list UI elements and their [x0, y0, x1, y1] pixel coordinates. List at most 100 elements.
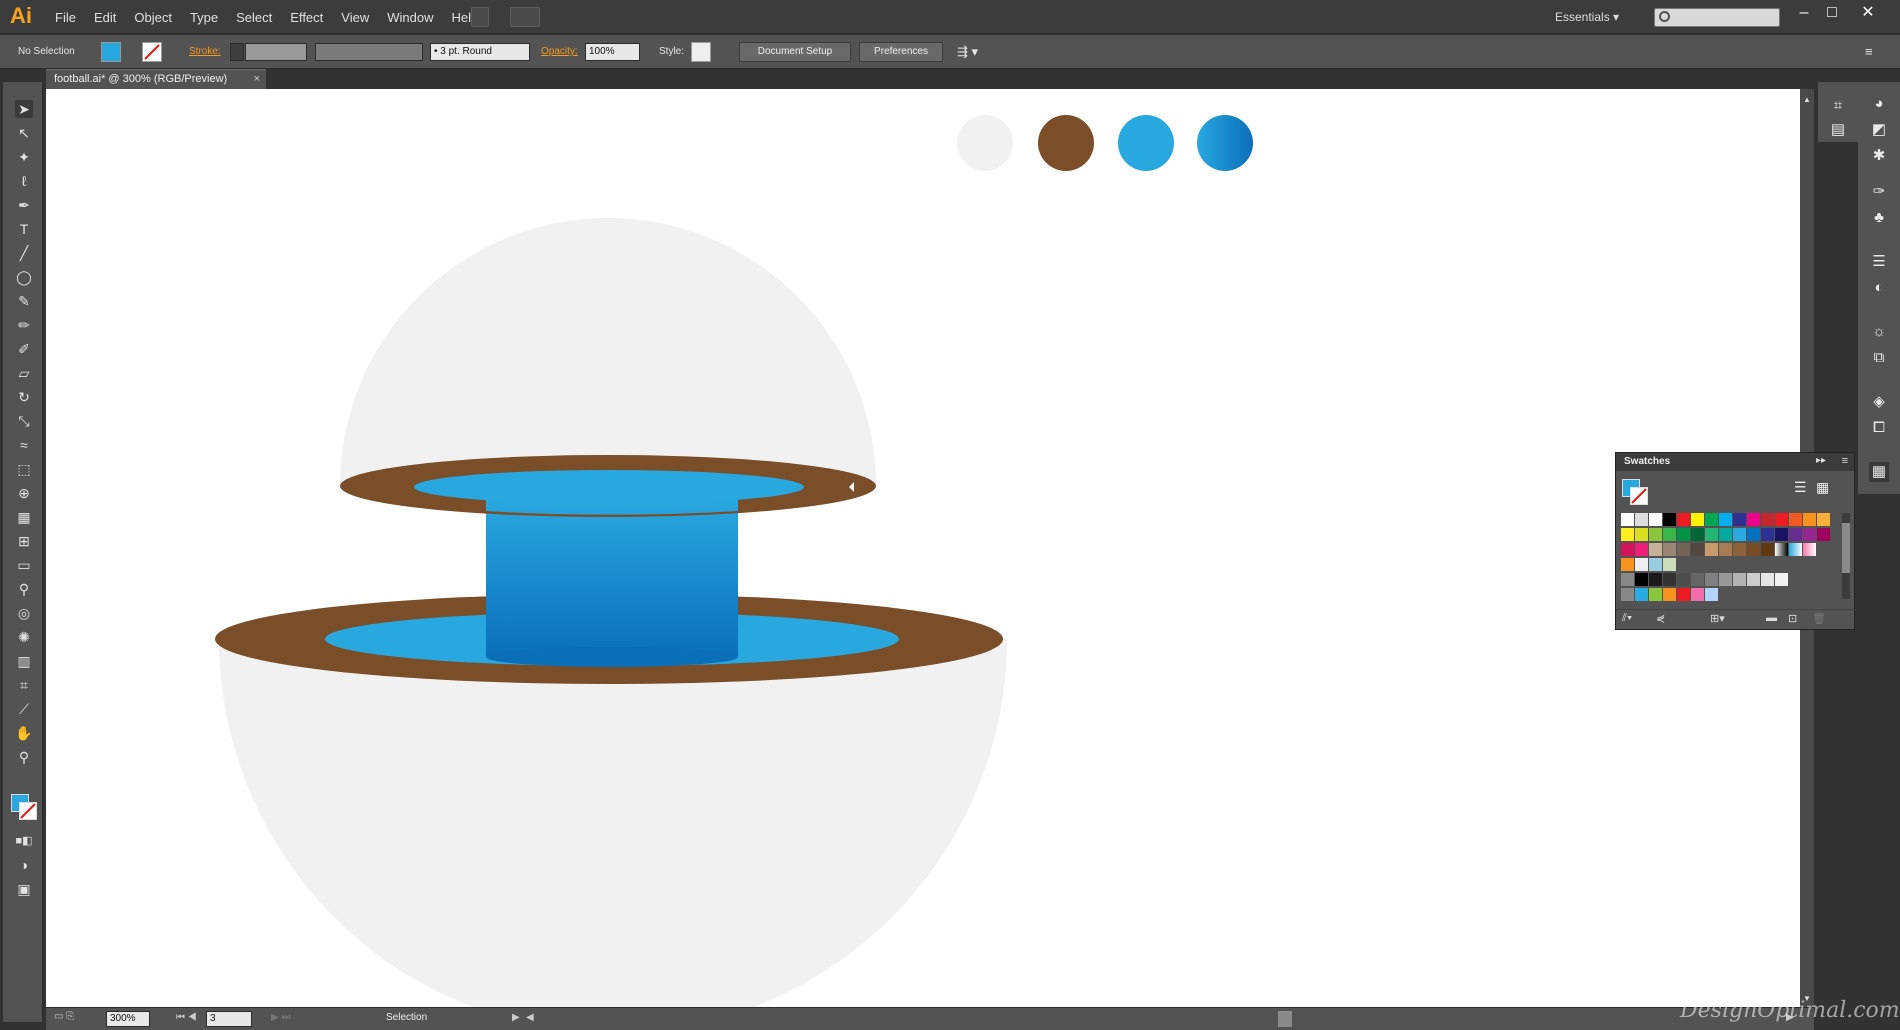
pencil-icon[interactable]: ✏	[15, 316, 33, 334]
menu-view[interactable]: View	[332, 10, 378, 25]
swatch-folder-bright[interactable]	[1621, 588, 1634, 601]
swatch-gray-100[interactable]	[1635, 573, 1648, 586]
swatch-gradient-bw[interactable]	[1775, 543, 1788, 556]
swatch-gray-20[interactable]	[1747, 573, 1760, 586]
layers-icon[interactable]: ◈	[1869, 392, 1889, 412]
swatch-bright-blue[interactable]	[1635, 588, 1648, 601]
document-tab[interactable]: football.ai* @ 300% (RGB/Preview) ×	[46, 69, 266, 89]
transform-icon[interactable]: ⧠	[1869, 418, 1889, 438]
search-input[interactable]	[1654, 8, 1780, 27]
swatch-folder-gray[interactable]	[1621, 573, 1634, 586]
upper-blue-disc[interactable]	[414, 470, 804, 504]
swatch-dark-green[interactable]	[1677, 528, 1690, 541]
perspective-icon[interactable]: ▦	[15, 508, 33, 526]
new-color-group-icon[interactable]: ▬	[1766, 612, 1777, 624]
swatch-pattern-3[interactable]	[1649, 558, 1662, 571]
selection-icon[interactable]: ➤	[15, 100, 33, 118]
direct-selection-icon[interactable]: ↖	[15, 124, 33, 142]
swatch-pattern-1[interactable]	[1621, 558, 1634, 571]
swatches-panel-icon[interactable]: ▦	[1869, 462, 1889, 482]
swatch-rose[interactable]	[1621, 543, 1634, 556]
swatch-gray-40[interactable]	[1719, 573, 1732, 586]
swatch-pattern-4[interactable]	[1663, 558, 1676, 571]
swatch-orange-red[interactable]	[1789, 513, 1802, 526]
artboard-icon[interactable]: ⌗	[15, 676, 33, 694]
menu-type[interactable]: Type	[181, 10, 227, 25]
color-guide-icon[interactable]: ◩	[1869, 120, 1889, 140]
symbols-icon[interactable]: ♣	[1869, 208, 1889, 228]
stroke-color-box[interactable]	[19, 802, 37, 820]
screen-mode-icon[interactable]: ▣	[15, 880, 33, 898]
status-menu-icon[interactable]: ▶	[512, 1012, 520, 1023]
color-mode-icon[interactable]: ■◧	[15, 832, 33, 850]
kuler-icon[interactable]: ✱	[1869, 146, 1889, 166]
draw-mode-icon[interactable]: ◑	[15, 856, 33, 874]
swatch-gradient-blue[interactable]	[1789, 543, 1802, 556]
new-swatch-icon[interactable]: ⊡	[1788, 612, 1797, 625]
swatch-blue-2[interactable]	[1747, 528, 1760, 541]
arrange-documents-button[interactable]	[510, 7, 540, 27]
stroke-label[interactable]: Stroke:	[189, 35, 221, 69]
blend-icon[interactable]: ◎	[15, 604, 33, 622]
swatch-cyan[interactable]	[1719, 513, 1732, 526]
color-panel-icon[interactable]: ◕	[1869, 94, 1889, 114]
delete-swatch-icon[interactable]: 🗑	[1812, 612, 1826, 625]
magic-wand-icon[interactable]: ✦	[15, 148, 33, 166]
artboard-nav-icon[interactable]: ▭ ⎘	[54, 1011, 94, 1027]
menu-effect[interactable]: Effect	[281, 10, 332, 25]
swatches-scrollbar[interactable]	[1842, 513, 1850, 599]
swatch-gray-50[interactable]	[1705, 573, 1718, 586]
swatch-circle-light-gray[interactable]	[957, 115, 1013, 171]
menu-select[interactable]: Select	[227, 10, 281, 25]
top-dome[interactable]	[340, 218, 876, 486]
swatch-yellow-2[interactable]	[1621, 528, 1634, 541]
restore-icon[interactable]: □	[1820, 4, 1844, 22]
close-icon[interactable]: ✕	[1856, 4, 1880, 22]
menu-file[interactable]: File	[46, 10, 85, 25]
line-icon[interactable]: ╱	[15, 244, 33, 262]
swatch-circle-blue-gradient[interactable]	[1197, 115, 1253, 171]
gradient-icon[interactable]: ▭	[15, 556, 33, 574]
swatch-teal-2[interactable]	[1719, 528, 1732, 541]
swatch-brown-gray[interactable]	[1677, 543, 1690, 556]
opacity-field[interactable]: 100%	[585, 43, 640, 61]
swatch-bright-light-blue[interactable]	[1705, 588, 1718, 601]
swatch-camel[interactable]	[1705, 543, 1718, 556]
swatch-yellow[interactable]	[1691, 513, 1704, 526]
symbol-sprayer-icon[interactable]: ✺	[15, 628, 33, 646]
graph-icon[interactable]: ▥	[15, 652, 33, 670]
grid-view-icon[interactable]: ▦	[1816, 479, 1829, 496]
center-cylinder[interactable]	[486, 499, 738, 657]
ellipse-icon[interactable]: ◯	[15, 268, 33, 286]
artboards-icon[interactable]: ⌗	[1828, 96, 1848, 116]
swatch-tan[interactable]	[1649, 543, 1662, 556]
swatch-navy[interactable]	[1775, 528, 1788, 541]
swatch-circle-blue[interactable]	[1118, 115, 1174, 171]
first-artboard-icon[interactable]: ⏮ ◀	[176, 1012, 197, 1023]
close-tab-icon[interactable]: ×	[254, 70, 260, 89]
swatch-plum[interactable]	[1817, 528, 1830, 541]
stroke-panel-icon[interactable]: ☰	[1869, 252, 1889, 272]
align-icon[interactable]: ⇶ ▾	[957, 35, 978, 69]
stroke-swatch[interactable]	[142, 42, 162, 62]
swatch-gray-10[interactable]	[1761, 573, 1774, 586]
swatch-gray-30[interactable]	[1733, 573, 1746, 586]
brushes-icon[interactable]: ✑	[1869, 182, 1889, 202]
scroll-up-icon[interactable]: ▲	[1803, 95, 1811, 104]
stroke-weight-field[interactable]	[245, 43, 307, 61]
swatch-violet[interactable]	[1803, 528, 1816, 541]
zoom-level[interactable]: 300%	[106, 1011, 150, 1027]
graphic-styles-icon[interactable]: ⧉	[1869, 348, 1889, 368]
eraser-icon[interactable]: ▱	[15, 364, 33, 382]
swatch-bright-orange[interactable]	[1663, 588, 1676, 601]
minimize-icon[interactable]: –	[1792, 4, 1816, 22]
swatch-libraries-icon[interactable]: ⫽▾	[1622, 612, 1632, 625]
variable-width-profile[interactable]	[315, 43, 423, 61]
swatch-teal[interactable]	[1705, 528, 1718, 541]
swatch-gray-60[interactable]	[1691, 573, 1704, 586]
paintbrush-icon[interactable]: ✎	[15, 292, 33, 310]
status-mode[interactable]: Selection	[386, 1012, 427, 1023]
swatch-gray-5[interactable]	[1775, 573, 1788, 586]
align-panel-icon[interactable]: ▤	[1828, 120, 1848, 140]
bottom-bowl[interactable]	[219, 639, 1007, 1007]
